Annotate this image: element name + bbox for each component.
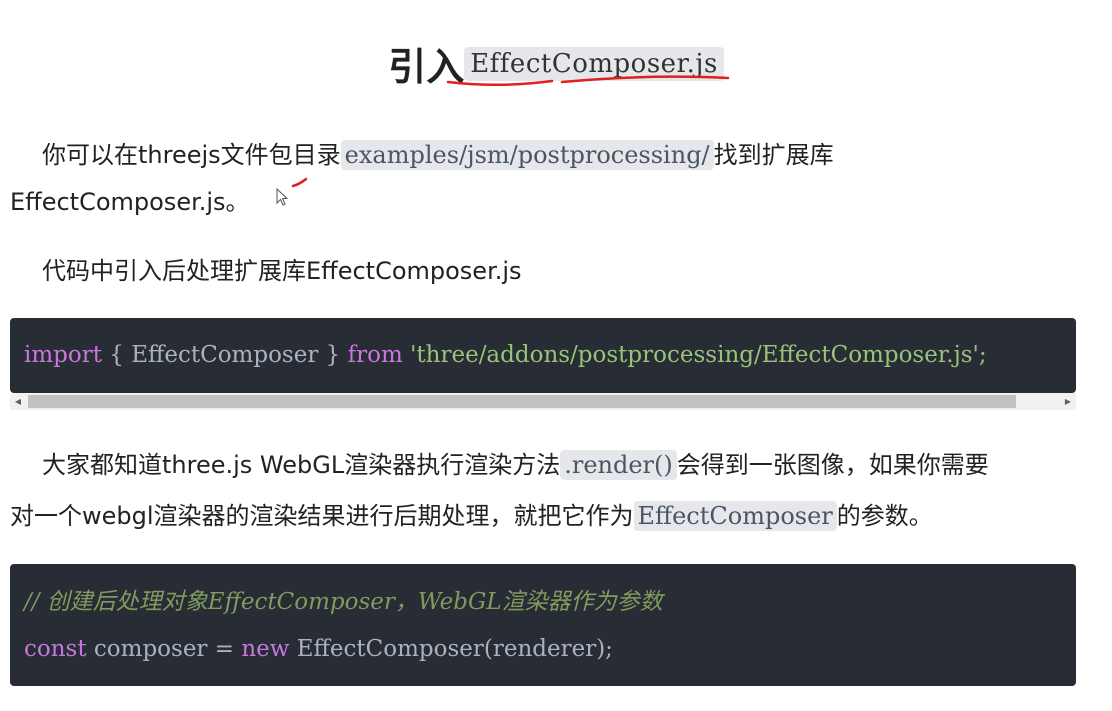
code-composer-var: composer = bbox=[86, 636, 242, 662]
paragraph-render-explanation: 大家都知道three.js WebGL渲染器执行渲染方法 .render() 会得到… bbox=[10, 440, 1080, 542]
para1-inline-code: examples/jsm/postprocessing/ bbox=[340, 140, 714, 170]
scrollbar-thumb[interactable] bbox=[28, 395, 1016, 408]
code-block-composer: // 创建后处理对象EffectComposer，WebGL渲染器作为参数 co… bbox=[10, 564, 1076, 686]
heading-code: EffectComposer.js bbox=[464, 46, 724, 81]
para1-text-before: 你可以在threejs文件包目录 bbox=[42, 141, 341, 169]
code-horizontal-scrollbar[interactable]: ◀ ▶ bbox=[10, 393, 1076, 410]
scroll-right-icon[interactable]: ▶ bbox=[1060, 393, 1076, 410]
scroll-left-icon[interactable]: ◀ bbox=[10, 393, 26, 410]
code-line-composer: const composer = new EffectComposer(rend… bbox=[10, 626, 1076, 672]
para3-line2-after: 的参数。 bbox=[836, 502, 933, 530]
para3-line2-before: 对一个webgl渲染器的渲染结果进行后期处理，就把它作为 bbox=[10, 502, 634, 530]
keyword-const: const bbox=[24, 636, 87, 662]
para3-inline-code-composer: EffectComposer bbox=[633, 501, 837, 531]
code-composer-call: EffectComposer(renderer); bbox=[289, 636, 613, 662]
para1-line2: EffectComposer.js。 bbox=[10, 188, 250, 216]
heading-prefix: 引入 bbox=[388, 45, 465, 89]
para1-text-after: 找到扩展库 bbox=[713, 141, 834, 169]
para3-inline-code-render: .render() bbox=[560, 450, 677, 480]
para3-text-after: 会得到一张图像，如果你需要 bbox=[676, 451, 989, 479]
red-mark-annotation bbox=[291, 177, 308, 188]
para3-text-before: 大家都知道three.js WebGL渲染器执行渲染方法 bbox=[42, 451, 561, 479]
para2-text: 代码中引入后处理扩展库EffectComposer.js bbox=[42, 257, 522, 285]
keyword-new: new bbox=[241, 636, 290, 662]
section-heading: 引入 EffectComposer.js bbox=[0, 36, 1112, 91]
keyword-import: import bbox=[24, 342, 102, 368]
code-block-import: import { EffectComposer } from 'three/ad… bbox=[10, 318, 1076, 393]
mouse-pointer-icon bbox=[276, 188, 289, 206]
paragraph-import-intro: 代码中引入后处理扩展库EffectComposer.js bbox=[10, 248, 1080, 295]
keyword-from: from bbox=[347, 342, 403, 368]
code-import-path: 'three/addons/postprocessing/EffectCompo… bbox=[402, 342, 987, 368]
code-import-braces: { EffectComposer } bbox=[101, 342, 348, 368]
code-line-import: import { EffectComposer } from 'three/ad… bbox=[10, 318, 1076, 393]
code-comment: // 创建后处理对象EffectComposer，WebGL渲染器作为参数 bbox=[24, 589, 663, 615]
paragraph-directory: 你可以在threejs文件包目录 examples/jsm/postprocess… bbox=[10, 132, 1080, 226]
